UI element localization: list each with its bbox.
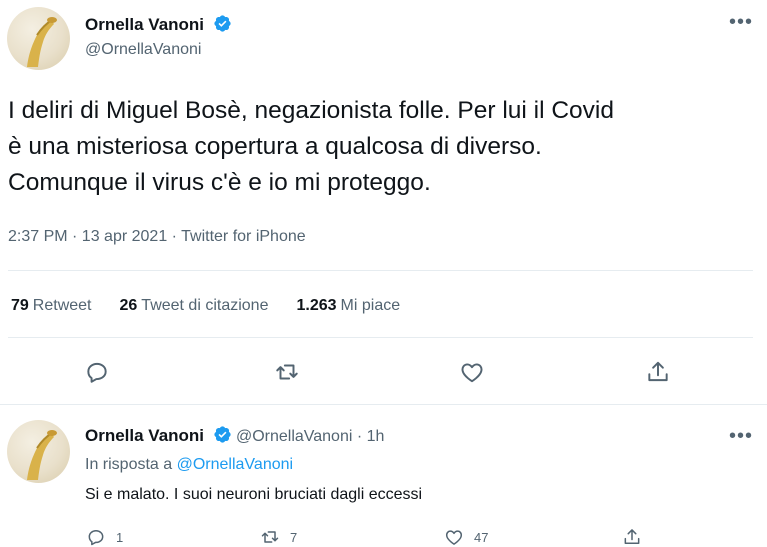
retweets-count: 79 <box>11 297 29 314</box>
reply-context: In risposta a @OrnellaVanoni <box>85 456 293 474</box>
reply-share-action[interactable] <box>622 527 642 547</box>
reply-target-link[interactable]: @OrnellaVanoni <box>177 456 293 473</box>
like-icon <box>445 530 463 545</box>
more-options-icon[interactable]: ••• <box>729 12 753 32</box>
divider <box>8 337 753 338</box>
reply-like-action[interactable]: 47 <box>444 527 488 547</box>
reply-author-name[interactable]: Ornella Vanoni <box>85 426 204 445</box>
like-icon[interactable] <box>459 359 485 385</box>
tweet-stats: 79 Retweet 26 Tweet di citazione 1.263 Mi p… <box>11 297 400 315</box>
tweet-text: I deliri di Miguel Bosè, negazionista fo… <box>8 93 758 201</box>
reply-replies-count: 1 <box>116 529 124 545</box>
reply-icon[interactable] <box>84 359 110 385</box>
tweet-text-line: è una misteriosa copertura a qualcosa di… <box>8 133 542 160</box>
divider <box>0 404 767 405</box>
retweets-stat[interactable]: 79 Retweet <box>11 297 92 315</box>
author-avatar[interactable] <box>7 7 70 70</box>
quotes-label: Tweet di citazione <box>141 297 269 314</box>
quotes-count: 26 <box>119 297 138 314</box>
reply-icon <box>88 530 104 546</box>
reply-prefix: In risposta a <box>85 456 173 473</box>
verified-badge-icon <box>213 425 232 449</box>
reply-more-options-icon[interactable]: ••• <box>729 426 753 446</box>
tweet-text-line: I deliri di Miguel Bosè, negazionista fo… <box>8 97 614 124</box>
tweet-meta[interactable]: 2:37 PM · 13 apr 2021 · Twitter for iPho… <box>8 228 306 246</box>
likes-stat[interactable]: 1.263 Mi piace <box>296 297 400 315</box>
reply-retweet-action[interactable]: 7 <box>260 527 297 547</box>
reply-time[interactable]: · 1h <box>357 428 385 445</box>
reply-header: Ornella Vanoni @OrnellaVanoni · 1h <box>85 425 384 449</box>
author-name[interactable]: Ornella Vanoni <box>85 15 204 34</box>
reply-retweets-count: 7 <box>290 529 298 545</box>
tweet-text-line: Comunque il virus c'è e io mi proteggo. <box>8 169 431 196</box>
retweet-icon[interactable] <box>274 359 300 385</box>
verified-badge-icon <box>213 14 232 38</box>
author-name-row: Ornella Vanoni <box>85 14 232 38</box>
reply-author-handle[interactable]: @OrnellaVanoni <box>236 428 352 445</box>
likes-count: 1.263 <box>296 297 337 314</box>
share-icon <box>624 529 640 544</box>
avatar-image <box>27 430 57 480</box>
author-handle[interactable]: @OrnellaVanoni <box>85 41 201 59</box>
retweets-label: Retweet <box>32 297 92 314</box>
retweet-icon <box>261 531 279 543</box>
share-icon[interactable] <box>645 359 671 385</box>
avatar-image <box>27 17 57 67</box>
divider <box>8 270 753 271</box>
reply-author-avatar[interactable] <box>7 420 70 483</box>
quotes-stat[interactable]: 26 Tweet di citazione <box>120 297 269 315</box>
reply-text: Si e malato. I suoi neuroni bruciati dag… <box>85 486 423 503</box>
reply-likes-count: 47 <box>474 529 489 545</box>
likes-label: Mi piace <box>340 297 401 314</box>
reply-reply-action[interactable]: 1 <box>86 527 123 547</box>
